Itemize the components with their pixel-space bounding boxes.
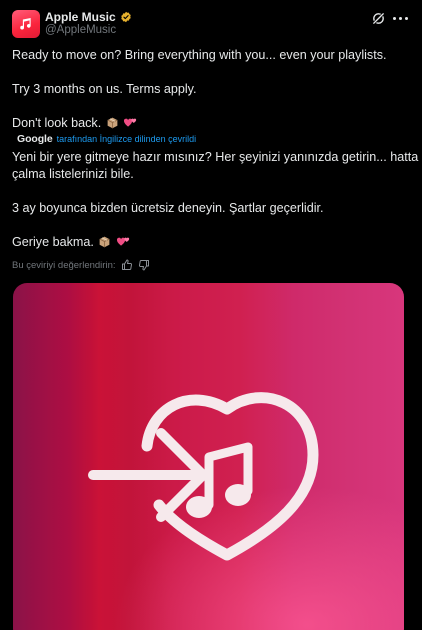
rate-translation-label: Bu çeviriyi değerlendirin: (12, 259, 116, 271)
translated-from-link[interactable]: tarafından İngilizce dilinden çevrildi (57, 134, 197, 144)
two-hearts-icon (116, 235, 131, 253)
tweet-text-line-2: Try 3 months on us. Terms apply. (12, 82, 197, 96)
display-name[interactable]: Apple Music (45, 10, 116, 24)
grok-icon[interactable] (371, 11, 386, 26)
translated-line-3: 3 ay boyunca bizden ücretsiz deneyin. Şa… (12, 201, 324, 215)
tweet-text-line-3-text: Don't look back. (12, 116, 102, 130)
verified-badge-icon (120, 11, 132, 23)
thumbs-up-icon[interactable] (121, 259, 133, 271)
two-hearts-icon (123, 116, 138, 134)
translated-line-4-text: Geriye bakma. (12, 235, 94, 249)
tweet-header: Apple Music @AppleMusic (0, 0, 422, 44)
translated-line-1: Yeni bir yere gitmeye hazır mısınız? Her… (12, 150, 419, 164)
tweet-text-line-1: Ready to move on? Bring everything with … (12, 48, 387, 62)
thumbs-down-icon[interactable] (138, 259, 150, 271)
tweet-media-image[interactable] (13, 283, 404, 630)
avatar[interactable] (12, 10, 40, 38)
more-icon[interactable] (393, 16, 411, 21)
tweet-text-line-3: Don't look back. (12, 115, 412, 134)
translated-line-2: çalma listelerinizi bile. (12, 167, 134, 181)
author-handle[interactable]: @AppleMusic (45, 24, 116, 36)
media-artwork (88, 392, 319, 561)
translated-line-4: Geriye bakma. (12, 234, 412, 253)
music-note-icon (20, 18, 31, 30)
google-logo: Google (17, 133, 53, 145)
author-name-row[interactable]: Apple Music (45, 10, 132, 24)
rate-translation-row: Bu çeviriyi değerlendirin: (12, 259, 150, 271)
package-icon (106, 116, 119, 134)
translation-attribution: Google tarafından İngilizce dilinden çev… (17, 133, 196, 145)
package-icon (98, 235, 111, 253)
